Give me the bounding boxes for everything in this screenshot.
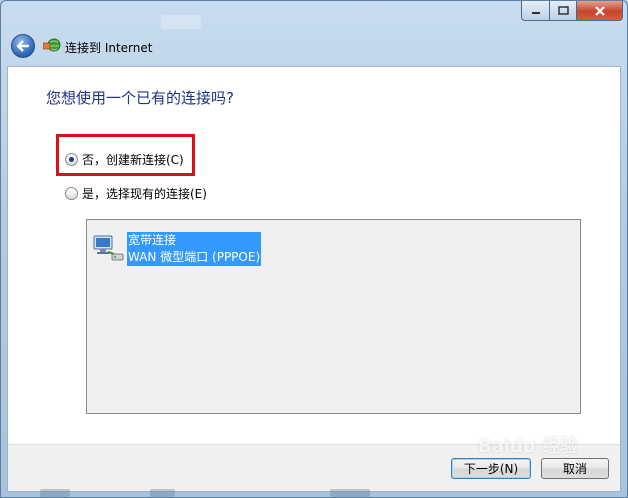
network-connection-icon <box>93 235 124 261</box>
connection-list-item[interactable]: 宽带连接 WAN 微型端口 (PPPOE) <box>127 232 262 266</box>
cancel-button[interactable]: 取消 <box>541 458 609 479</box>
minimize-icon <box>531 11 540 14</box>
next-button[interactable]: 下一步(N) <box>451 458 531 479</box>
radio-selected-dot <box>69 157 74 162</box>
maximize-icon <box>557 6 569 15</box>
title-bar[interactable] <box>1 1 628 31</box>
option-use-existing[interactable]: 是，选择现有的连接(E) <box>65 185 207 202</box>
back-arrow-icon <box>16 40 29 52</box>
connection-name: 宽带连接 <box>128 233 177 247</box>
close-button[interactable] <box>577 1 623 21</box>
connect-internet-icon <box>43 38 61 52</box>
option-use-existing-label: 是，选择现有的连接(E) <box>82 187 207 201</box>
close-icon <box>594 5 605 16</box>
caption-buttons <box>521 1 623 21</box>
page-heading: 您想使用一个已有的连接吗? <box>46 89 234 107</box>
maximize-button[interactable] <box>550 1 577 21</box>
wizard-title: 连接到 Internet <box>65 41 153 55</box>
radio-use-existing[interactable] <box>65 187 78 200</box>
option-create-new[interactable]: 否，创建新连接(C) <box>65 151 184 168</box>
title-bar-blur <box>161 15 201 29</box>
radio-create-new[interactable] <box>65 153 78 166</box>
minimize-button[interactable] <box>521 1 550 21</box>
connection-device: WAN 微型端口 (PPPOE) <box>128 250 261 264</box>
option-create-new-label: 否，创建新连接(C) <box>82 153 184 167</box>
back-button[interactable] <box>11 34 35 58</box>
